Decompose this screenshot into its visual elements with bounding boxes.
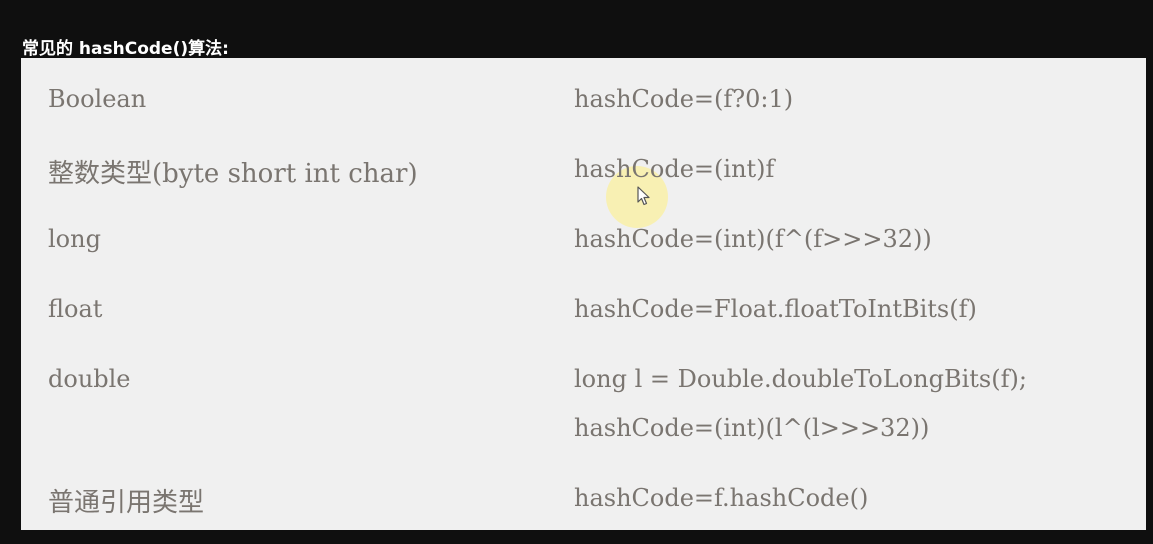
type-long: long [48, 225, 101, 253]
page-heading: 常见的 hashCode()算法: [22, 39, 229, 59]
code-boolean: hashCode=(f?0:1) [574, 85, 794, 113]
code-reference: hashCode=f.hashCode() [574, 484, 869, 512]
type-integer: 整数类型(byte short int char) [48, 159, 418, 189]
type-reference: 普通引用类型 [48, 488, 205, 518]
code-double-line1: long l = Double.doubleToLongBits(f); [574, 365, 1027, 393]
type-float: float [48, 295, 103, 323]
type-boolean: Boolean [48, 85, 147, 113]
hashcode-table-panel: Boolean hashCode=(f?0:1) 整数类型(byte short… [21, 58, 1146, 530]
code-integer: hashCode=(int)f [574, 155, 775, 183]
code-float: hashCode=Float.floatToIntBits(f) [574, 295, 977, 323]
mouse-pointer-icon [637, 186, 650, 206]
code-long: hashCode=(int)(f^(f>>>32)) [574, 225, 932, 253]
type-double: double [48, 365, 131, 393]
code-double-line2: hashCode=(int)(l^(l>>>32)) [574, 414, 930, 442]
